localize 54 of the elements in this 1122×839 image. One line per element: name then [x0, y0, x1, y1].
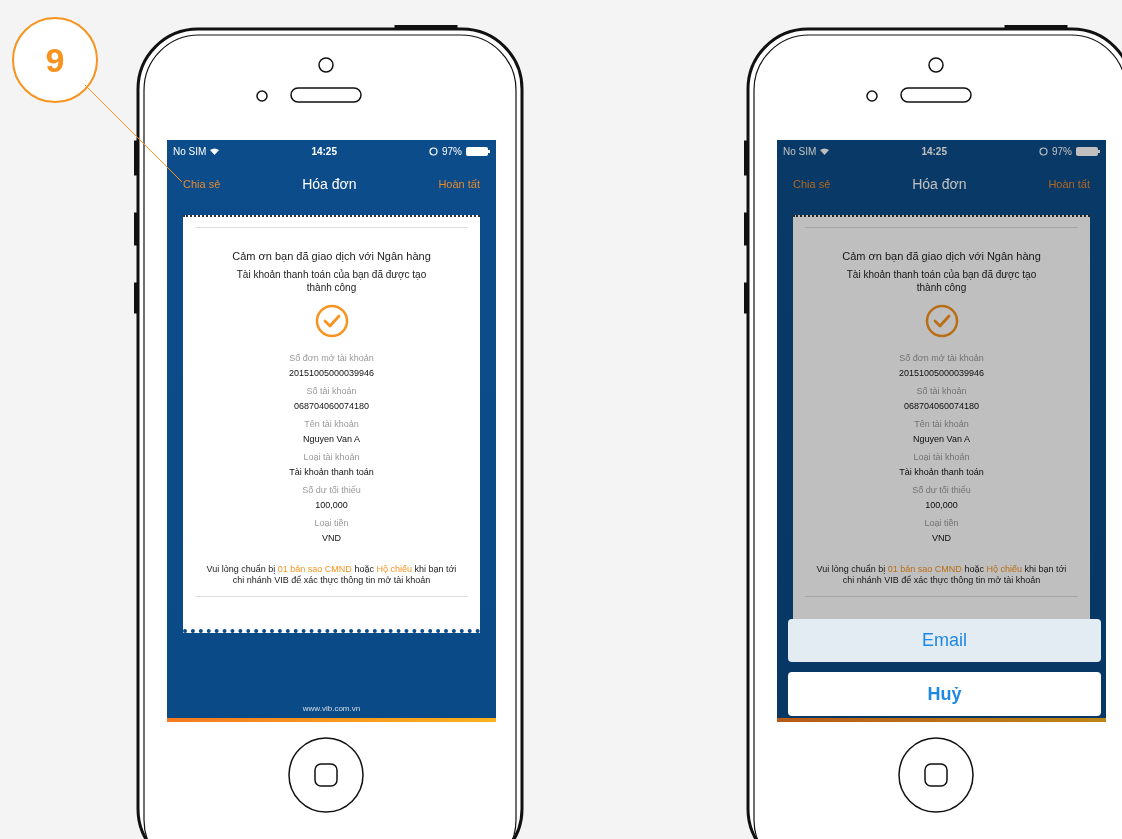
share-button[interactable]: Chia sẻ — [183, 175, 221, 193]
done-button[interactable]: Hoàn tất — [1048, 175, 1090, 193]
field-label: Số đơn mở tài khoản — [899, 351, 984, 365]
done-button[interactable]: Hoàn tất — [438, 175, 480, 193]
field-value: 100,000 — [315, 499, 348, 512]
cancel-button[interactable]: Huỷ — [788, 672, 1101, 716]
status-time: 14:25 — [921, 144, 947, 159]
share-button[interactable]: Chia sẻ — [793, 175, 831, 193]
callout-number: 9 — [12, 17, 98, 103]
screen-title: Hóa đơn — [912, 174, 967, 194]
receipt-heading: Cảm ơn bạn đã giao dịch với Ngân hàng — [842, 249, 1041, 264]
instruction-note: Vui lòng chuẩn bị 01 bản sao CMND hoặc Hộ chiếu khi bạn tới chi nhánh VIB để xác thực thông tin mở tài khoản — [205, 563, 458, 586]
carrier-label: No SIM — [173, 144, 207, 159]
field-value: Tài khoản thanh toán — [899, 466, 984, 479]
rotation-lock-icon — [1039, 146, 1048, 156]
receipt-subheading: Tài khoản thanh toán của bạn đã được tạo thành công — [845, 267, 1038, 294]
checkmark-circle-icon — [924, 303, 959, 338]
field-label: Loại tài khoản — [913, 450, 970, 464]
status-time: 14:25 — [311, 144, 337, 159]
field-value: Tài khoản thanh toán — [289, 466, 374, 479]
website-footer: www.vib.com.vn — [167, 703, 496, 715]
wifi-icon — [820, 147, 830, 155]
screen-title: Hóa đơn — [302, 174, 357, 194]
receipt-heading: Cảm ơn bạn đã giao dịch với Ngân hàng — [232, 249, 431, 264]
email-option-button[interactable]: Email — [788, 619, 1101, 662]
field-label: Loại tiền — [314, 516, 349, 530]
carrier-label: No SIM — [783, 144, 817, 159]
field-label: Tên tài khoản — [304, 417, 359, 431]
battery-icon — [1076, 146, 1100, 156]
field-value: 068704060074180 — [903, 400, 980, 413]
field-label: Số tài khoản — [306, 384, 357, 398]
receipt-subheading: Tài khoản thanh toán của bạn đã được tạo thành công — [235, 267, 428, 294]
field-value: 20151005000039946 — [898, 367, 985, 380]
field-value: 100,000 — [925, 499, 958, 512]
checkmark-circle-icon — [314, 303, 349, 338]
field-value: VND — [932, 532, 951, 545]
rotation-lock-icon — [429, 146, 438, 156]
field-label: Số đơn mở tài khoản — [289, 351, 374, 365]
field-value: VND — [322, 532, 341, 545]
wifi-icon — [210, 147, 220, 155]
field-label: Số dư tối thiểu — [912, 483, 971, 497]
field-label: Loại tài khoản — [303, 450, 360, 464]
battery-icon — [466, 146, 490, 156]
field-label: Tên tài khoản — [914, 417, 969, 431]
field-value: Nguyen Van A — [913, 433, 970, 446]
field-label: Số dư tối thiểu — [302, 483, 361, 497]
field-label: Số tài khoản — [916, 384, 967, 398]
field-label: Loại tiền — [924, 516, 959, 530]
battery-percent: 97% — [1052, 144, 1072, 159]
battery-percent: 97% — [442, 144, 462, 159]
instruction-note: Vui lòng chuẩn bị 01 bản sao CMND hoặc Hộ chiếu khi bạn tới chi nhánh VIB để xác thực thông tin mở tài khoản — [815, 563, 1068, 586]
field-value: Nguyen Van A — [303, 433, 360, 446]
field-value: 20151005000039946 — [288, 367, 375, 380]
field-value: 068704060074180 — [293, 400, 370, 413]
